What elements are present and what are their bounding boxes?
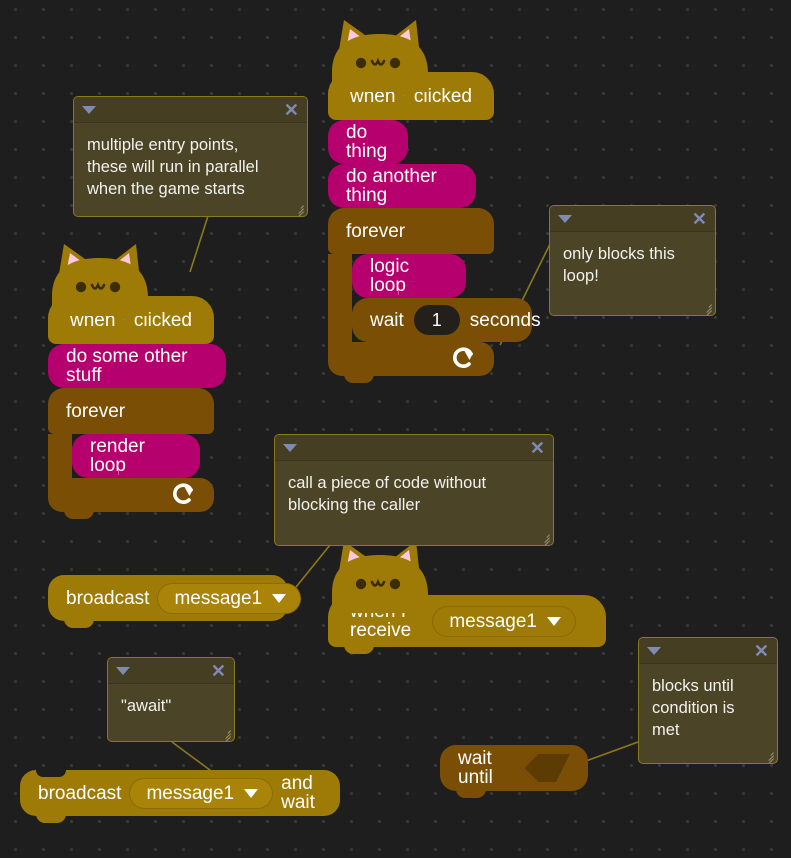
cat-head-icon [332,20,428,92]
comment-title-bar[interactable]: ✕ [275,435,553,461]
comment-title-bar[interactable]: ✕ [639,638,777,664]
render-loop-block[interactable]: render loop [72,434,200,485]
broadcast-and-wait-message-value: message1 [146,782,235,804]
wait-prefix-label: wait [370,309,404,331]
comment-title-bar[interactable]: ✕ [74,97,307,123]
wait-suffix-label: seconds [469,309,541,331]
resize-grip-icon[interactable] [699,299,713,315]
comment-text: "await" [121,697,172,715]
forever-label-row[interactable]: forever [328,208,494,254]
resize-grip-icon[interactable] [218,725,232,741]
comment-only-blocks-this-loop[interactable]: ✕ only blocks this loop! [549,205,716,316]
wait-duration-input[interactable]: 1 [413,305,460,335]
forever-block[interactable]: forever logic loop wait 1 seconds [328,208,541,383]
chevron-down-icon [272,593,287,603]
when-i-receive-label: when I receive [350,601,412,641]
when-i-receive-hat-block[interactable]: when I receive message1 [328,541,606,654]
comment-await[interactable]: ✕ "await" [107,657,235,742]
do-another-thing-label: do another thing [346,166,437,206]
comment-multiple-entry-points[interactable]: ✕ multiple entry points, these will run … [73,96,308,217]
resize-grip-icon[interactable] [291,200,305,216]
resize-grip-icon[interactable] [761,747,775,763]
green-flag-icon [403,95,406,97]
script-secondary[interactable]: when clicked do some other stuff forever… [48,244,226,519]
block-workspace[interactable]: when clicked do thing do another thing f… [0,0,791,858]
script-broadcast[interactable]: broadcast message1 [48,575,302,628]
comment-blocks-until-condition[interactable]: ✕ blocks until condition is met [638,637,778,764]
hat-clicked-label: clicked [133,309,192,331]
chevron-down-icon[interactable] [647,646,661,655]
script-wait-until[interactable]: wait until [440,745,588,798]
when-flag-clicked-hat-block[interactable]: when clicked [328,20,494,127]
do-another-thing-block[interactable]: do another thing [328,164,476,215]
chevron-down-icon[interactable] [558,214,572,223]
broadcast-block[interactable]: broadcast message1 [48,575,302,628]
close-icon[interactable]: ✕ [284,101,299,119]
chevron-down-icon[interactable] [116,666,130,675]
comment-text: only blocks this loop! [563,245,675,285]
chevron-down-icon[interactable] [283,443,297,452]
comment-text: multiple entry points, these will run in… [87,136,259,198]
chevron-down-icon [244,788,259,798]
wait-until-condition-slot[interactable] [524,754,570,782]
comment-call-without-blocking[interactable]: ✕ call a piece of code without blocking … [274,434,554,546]
when-flag-clicked-hat-block-2[interactable]: when clicked [48,244,214,351]
broadcast-and-wait-block[interactable]: broadcast message1 and wait [20,770,340,823]
broadcast-label: broadcast [66,587,150,609]
close-icon[interactable]: ✕ [530,439,545,457]
when-i-receive-message-dropdown[interactable]: message1 [432,605,576,637]
do-thing-label: do thing [346,122,388,162]
resize-grip-icon[interactable] [537,529,551,545]
hat-when-label: when [350,85,396,107]
forever-foot-2[interactable] [48,478,214,519]
forever-label: forever [66,400,126,422]
c-block-arm [328,254,352,342]
hat-when-label: when [70,309,116,331]
logic-loop-label: logic loop [370,256,410,296]
script-main[interactable]: when clicked do thing do another thing f… [328,20,541,383]
when-i-receive-message-value: message1 [449,610,537,632]
comment-text: call a piece of code without blocking th… [288,474,487,514]
forever-foot[interactable] [328,342,494,383]
loop-arrow-icon [453,347,473,368]
script-broadcast-and-wait[interactable]: broadcast message1 and wait [20,770,340,823]
wait-seconds-block[interactable]: wait 1 seconds [352,298,541,349]
forever-inner-wrap-2: render loop [48,434,226,485]
c-block-arm [48,434,72,478]
broadcast-message-value: message1 [174,587,263,609]
broadcast-and-wait-suffix-label: and wait [281,773,315,813]
do-thing-block[interactable]: do thing [328,120,408,171]
render-loop-label: render loop [90,436,145,476]
do-some-other-stuff-label: do some other stuff [66,346,188,386]
green-flag-icon [123,319,126,321]
comment-title-bar[interactable]: ✕ [108,658,234,684]
forever-inner-stack-2[interactable]: render loop [72,434,200,485]
do-some-other-stuff-block[interactable]: do some other stuff [48,344,226,395]
close-icon[interactable]: ✕ [754,642,769,660]
comment-text: blocks until condition is met [652,677,735,739]
wait-until-block[interactable]: wait until [440,745,588,798]
forever-block-2[interactable]: forever render loop [48,388,226,519]
broadcast-message-dropdown[interactable]: message1 [157,582,302,614]
close-icon[interactable]: ✕ [211,662,226,680]
forever-label-row-2[interactable]: forever [48,388,214,434]
forever-inner-stack[interactable]: logic loop wait 1 seconds [352,254,541,349]
forever-label: forever [346,220,406,242]
broadcast-and-wait-message-dropdown[interactable]: message1 [129,777,274,809]
comment-title-bar[interactable]: ✕ [550,206,715,232]
broadcast-and-wait-label: broadcast [38,782,122,804]
forever-inner-wrap: logic loop wait 1 seconds [328,254,541,349]
chevron-down-icon [547,616,561,626]
script-when-i-receive[interactable]: when I receive message1 [328,541,606,654]
cat-head-icon [52,244,148,316]
hat-clicked-label: clicked [413,85,472,107]
close-icon[interactable]: ✕ [692,210,707,228]
logic-loop-block[interactable]: logic loop [352,254,466,305]
loop-arrow-icon [173,483,193,504]
chevron-down-icon[interactable] [82,105,96,114]
wait-until-label: wait until [458,748,493,788]
